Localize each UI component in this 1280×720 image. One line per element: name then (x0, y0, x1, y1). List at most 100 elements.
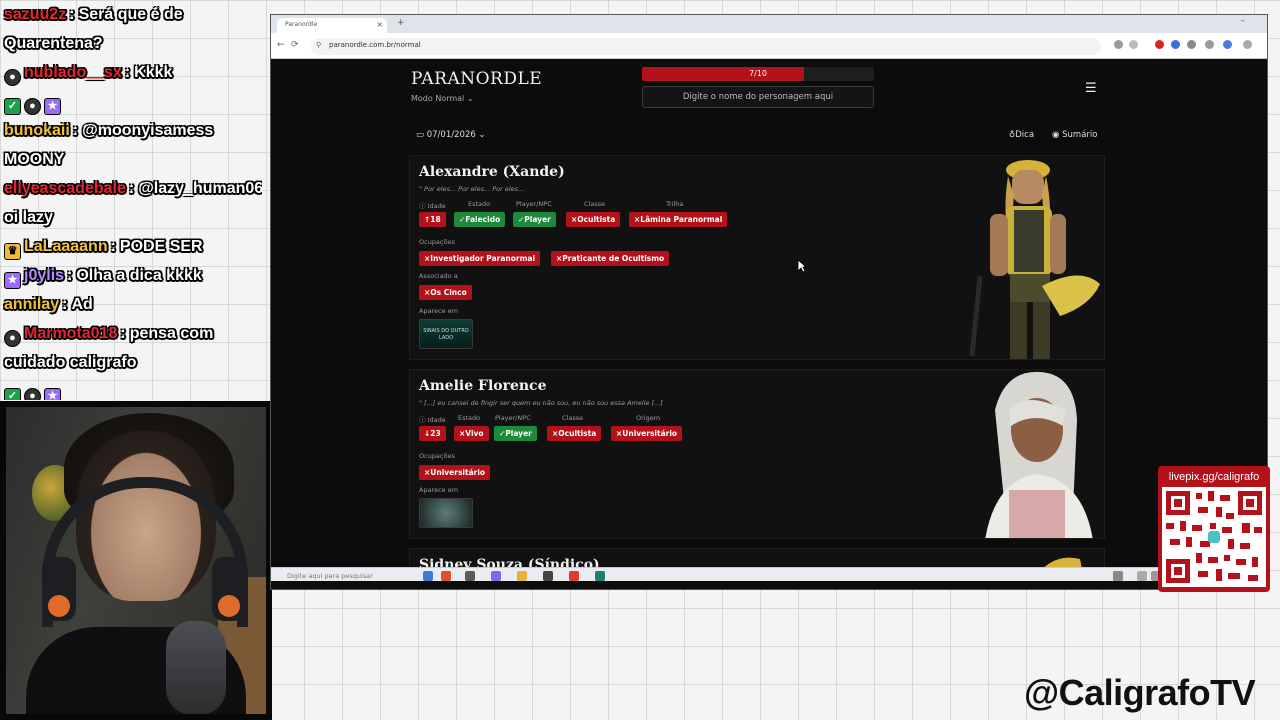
tag-classe: ×Ocultista (566, 212, 621, 227)
mode-selector[interactable]: Modo Normal ⌄ (411, 94, 474, 103)
bookmark-star-icon[interactable] (1129, 40, 1138, 49)
tag-player-npc: ✓Player (513, 212, 556, 227)
browser-tab[interactable]: Paranordle × (277, 18, 387, 33)
summary-label: Sumário (1062, 130, 1098, 140)
hint-label: Dica (1015, 130, 1035, 140)
microphone (166, 621, 226, 714)
chrome-icon[interactable] (569, 571, 579, 581)
minimize-icon[interactable]: – (1241, 16, 1246, 26)
label-idade: ⓘ Idade (419, 202, 446, 210)
menu-dots-icon[interactable] (1243, 40, 1252, 49)
moderator-badge-icon: ● (4, 69, 21, 86)
chat-message: ★ j0ylis: Olha a dica kkkk (4, 261, 262, 290)
browser-window: Paranordle × + – ← ⟳ ⚲ paranordle.com.br… (270, 14, 1268, 590)
site-logo[interactable]: PARANORDLE (411, 69, 542, 89)
close-tab-icon[interactable]: × (376, 20, 383, 29)
tray-icon[interactable] (1113, 571, 1123, 581)
extensions-puzzle-icon[interactable] (1187, 40, 1196, 49)
associated-label: Associado a (419, 272, 458, 280)
app-icon[interactable] (441, 571, 451, 581)
chat-colon: : (72, 122, 79, 139)
url-text: paranordle.com.br/normal (329, 41, 421, 49)
webcam-feed (0, 401, 272, 720)
reload-icon[interactable]: ⟳ (291, 40, 299, 50)
tag-classe: ×Ocultista (547, 426, 602, 441)
chat-message: ✓ ● ★bunokaii: @moonyisamess MOONY (4, 87, 262, 174)
check-badge-icon: ✓ (4, 388, 21, 400)
tag-estado: ✓Falecido (454, 212, 506, 227)
moderator-badge-icon: ● (4, 330, 21, 347)
appears-label: Aparece em (419, 307, 459, 315)
moderator-badge-icon: ● (24, 388, 41, 400)
profile-icon[interactable] (1223, 40, 1232, 49)
character-quote: " Por eles... Por eles... Por eles... (419, 185, 525, 193)
chat-colon: : (128, 180, 135, 197)
address-bar-row: ← ⟳ ⚲ paranordle.com.br/normal (271, 33, 1267, 59)
occupations-label: Ocupações (419, 238, 455, 246)
app-icon[interactable] (595, 571, 605, 581)
label-origem: Origem (636, 414, 661, 422)
appearance-thumbnail: SINAIS DO OUTRO LADO (419, 319, 473, 349)
app-icon[interactable] (423, 571, 433, 581)
site-info-icon[interactable]: ⚲ (316, 41, 321, 49)
character-name: Alexandre (Xande) (419, 164, 565, 180)
chat-message: ♛ LaLaaaann: PODE SER (4, 232, 262, 261)
app-icon[interactable] (465, 571, 475, 581)
character-portrait (965, 370, 1100, 538)
character-guess-input[interactable]: Digite o nome do personagem aqui (642, 86, 874, 108)
label-player-npc: Player/NPC (516, 200, 552, 208)
occupations-label: Ocupações (419, 452, 455, 460)
subscriber-badge-icon: ★ (44, 98, 61, 115)
chat-username: bunokaii (4, 122, 70, 139)
chat-message: ellyeascadebale: @lazy_human06 oi lazy (4, 174, 262, 232)
summary-button[interactable]: ◉ Sumário (1052, 130, 1097, 140)
qr-code (1162, 487, 1266, 587)
chat-message: sazuu2z: Será que é de Quarentena? (4, 0, 262, 58)
date-selector[interactable]: ▭ 07/01/2026 ⌄ (416, 130, 486, 140)
livepix-qr-panel: livepix.gg/caligrafo (1158, 466, 1270, 592)
chat-message: ● Marmota018: pensa com cuidado caligrafo (4, 319, 262, 377)
hint-button[interactable]: ♁Dica (1009, 130, 1034, 140)
sidebar-icon[interactable] (1205, 40, 1214, 49)
app-icon[interactable] (491, 571, 501, 581)
chat-colon: : (110, 238, 116, 255)
address-bar[interactable]: ⚲ paranordle.com.br/normal (311, 38, 1101, 55)
chat-colon: : (67, 267, 73, 284)
chevron-down-icon: ⌄ (478, 130, 486, 140)
windows-taskbar: Digite aqui para pesquisar (271, 567, 1267, 581)
hamburger-menu-icon[interactable]: ☰ (1085, 81, 1097, 96)
chevron-up-icon[interactable] (1137, 571, 1147, 581)
extension-icon[interactable] (1155, 40, 1164, 49)
chat-text: Kkkk (134, 64, 173, 81)
tag-occupation: ×Investigador Paranormal (419, 251, 541, 266)
back-icon[interactable]: ← (277, 40, 285, 50)
chat-message: ● nublado__sx: Kkkk (4, 58, 262, 87)
extension-icon[interactable] (1171, 40, 1180, 49)
tag-idade: ↑18 (419, 212, 446, 227)
app-icon[interactable] (543, 571, 553, 581)
eye-icon: ◉ (1052, 130, 1060, 140)
character-name: Amelie Florence (419, 378, 547, 394)
qr-label: livepix.gg/caligrafo (1168, 471, 1260, 483)
label-classe: Classe (562, 414, 584, 422)
taskbar-search[interactable]: Digite aqui para pesquisar (275, 570, 415, 581)
tab-bar: Paranordle × + – (271, 15, 1267, 33)
new-tab-icon[interactable]: + (397, 18, 405, 28)
chat-colon: : (62, 296, 68, 313)
chat-text: PODE SER (119, 238, 203, 255)
calendar-icon: ▭ (416, 130, 425, 140)
folder-icon[interactable] (517, 571, 527, 581)
chat-text: Ad (71, 296, 93, 313)
tag-associated: ×Os Cinco (419, 285, 472, 300)
subscriber-badge-icon: ★ (44, 388, 61, 400)
thumbnail-title: SINAIS DO OUTRO LADO (423, 328, 469, 341)
translate-icon[interactable] (1114, 40, 1123, 49)
crown-badge-icon: ♛ (4, 243, 21, 260)
chat-colon: : (120, 325, 126, 342)
tag-trilha: ×Lâmina Paranormal (629, 212, 728, 227)
info-icon: ⓘ (419, 416, 426, 424)
label-trilha: Trilha (666, 200, 684, 208)
chat-username: LaLaaaann (24, 238, 108, 255)
chat-username: sazuu2z (4, 6, 67, 23)
chat-username: j0ylis (24, 267, 65, 284)
